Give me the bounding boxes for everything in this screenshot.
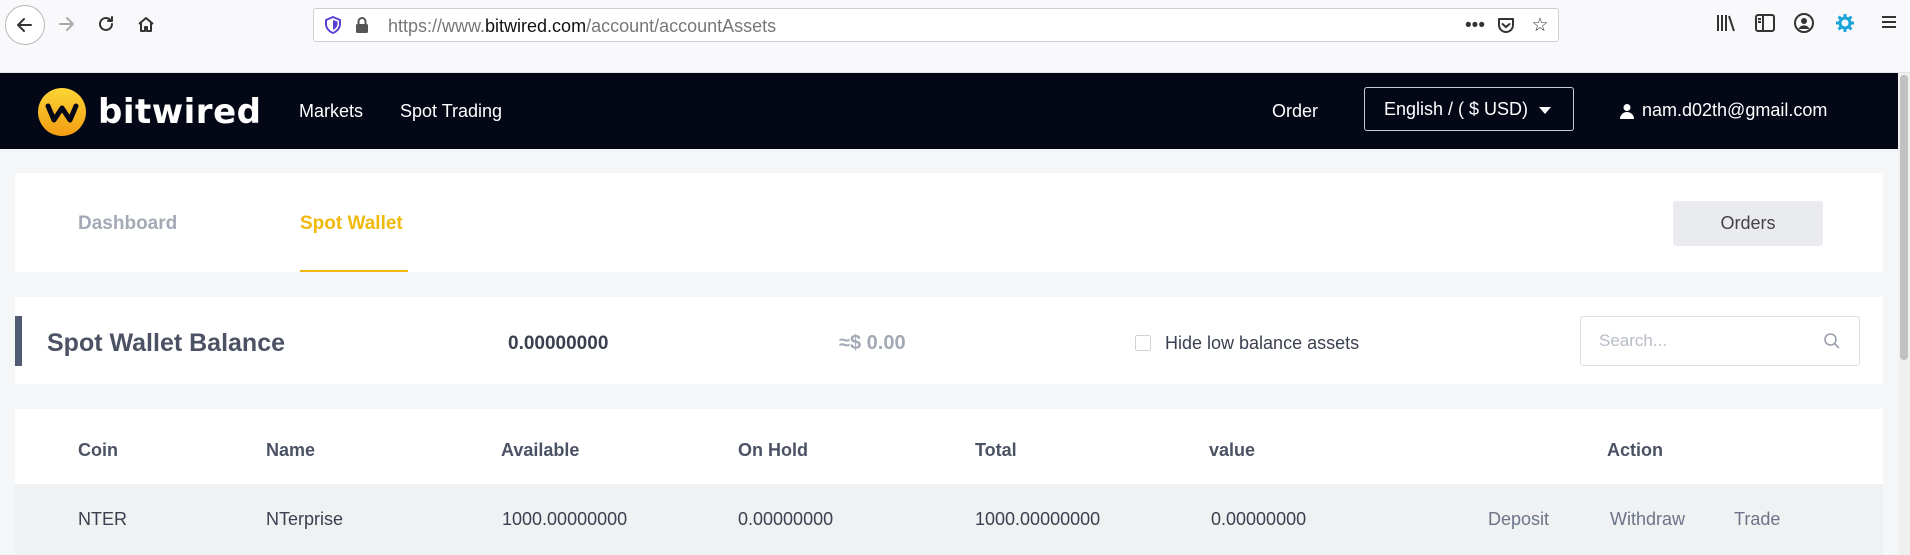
browser-toolbar: https://www.bitwired.com/account/account… bbox=[0, 0, 1910, 73]
hide-low-balance-checkbox[interactable] bbox=[1135, 335, 1151, 351]
forward-icon[interactable] bbox=[48, 6, 84, 42]
shield-icon[interactable] bbox=[324, 15, 342, 35]
user-email: nam.d02th@gmail.com bbox=[1642, 100, 1828, 120]
column-header-coin: Coin bbox=[78, 440, 118, 460]
table-row: NTER NTerprise 1000.00000000 0.00000000 … bbox=[15, 484, 1883, 555]
account-icon[interactable] bbox=[1791, 12, 1817, 38]
back-icon[interactable] bbox=[5, 5, 45, 45]
url-text[interactable]: https://www.bitwired.com/account/account… bbox=[388, 16, 776, 37]
tab-spot-wallet[interactable]: Spot Wallet bbox=[300, 213, 403, 235]
balance-amount: 0.00000000 bbox=[508, 333, 609, 354]
cell-coin: NTER bbox=[78, 509, 127, 529]
nav-order[interactable]: Order bbox=[1272, 101, 1318, 122]
site-header: bitwired Markets Spot Trading Order Engl… bbox=[0, 73, 1898, 149]
wallet-tabs-card: Dashboard Spot Wallet Orders bbox=[15, 173, 1883, 272]
extension-icon[interactable] bbox=[1832, 12, 1858, 38]
pocket-icon[interactable] bbox=[1495, 15, 1517, 37]
column-header-action: Action bbox=[1607, 440, 1663, 460]
nav-markets[interactable]: Markets bbox=[299, 101, 363, 122]
chevron-down-icon bbox=[1539, 107, 1551, 114]
page-scrollbar[interactable] bbox=[1898, 73, 1910, 555]
nav-spot-trading[interactable]: Spot Trading bbox=[400, 101, 502, 122]
active-tab-indicator bbox=[300, 270, 408, 272]
url-bar[interactable]: https://www.bitwired.com/account/account… bbox=[313, 8, 1559, 42]
menu-icon[interactable] bbox=[1876, 12, 1902, 38]
asset-search-input[interactable] bbox=[1580, 316, 1860, 366]
scrollbar-thumb[interactable] bbox=[1900, 75, 1908, 360]
more-icon[interactable]: ••• bbox=[1464, 15, 1486, 37]
language-currency-select[interactable]: English / ( $ USD) bbox=[1364, 87, 1574, 131]
deposit-link[interactable]: Deposit bbox=[1488, 509, 1549, 530]
tab-dashboard[interactable]: Dashboard bbox=[78, 213, 177, 235]
hide-low-balance-label[interactable]: Hide low balance assets bbox=[1165, 333, 1359, 354]
withdraw-link[interactable]: Withdraw bbox=[1610, 509, 1685, 530]
cell-name: NTerprise bbox=[266, 509, 344, 529]
balance-title: Spot Wallet Balance bbox=[47, 329, 286, 357]
column-header-name: Name bbox=[266, 440, 316, 460]
user-menu[interactable]: nam.d02th@gmail.com bbox=[1620, 100, 1827, 121]
spot-wallet-balance-card: Spot Wallet Balance 0.00000000 ≈$ 0.00 H… bbox=[15, 297, 1883, 384]
star-icon[interactable]: ☆ bbox=[1529, 15, 1551, 37]
search-icon[interactable] bbox=[1823, 332, 1841, 350]
column-header-available: Available bbox=[501, 440, 580, 460]
language-currency-value: English / ( $ USD) bbox=[1384, 98, 1529, 119]
column-header-on-hold: On Hold bbox=[738, 440, 808, 460]
assets-table: Coin Name Available On Hold Total value … bbox=[15, 409, 1883, 555]
cell-available: 1000.00000000 bbox=[502, 509, 628, 529]
sidebar-icon[interactable] bbox=[1752, 12, 1778, 38]
trade-link[interactable]: Trade bbox=[1734, 509, 1780, 530]
reload-icon[interactable] bbox=[88, 6, 124, 42]
cell-value: 0.00000000 bbox=[1211, 509, 1307, 529]
section-accent-bar bbox=[15, 316, 22, 366]
bitwired-logo-icon bbox=[38, 88, 86, 136]
user-icon bbox=[1620, 103, 1634, 119]
library-icon[interactable] bbox=[1713, 12, 1739, 38]
column-header-total: Total bbox=[975, 440, 1017, 460]
cell-on-hold: 0.00000000 bbox=[738, 509, 834, 529]
column-header-value: value bbox=[1209, 440, 1256, 460]
home-icon[interactable] bbox=[128, 6, 164, 42]
orders-button[interactable]: Orders bbox=[1673, 201, 1823, 246]
cell-total: 1000.00000000 bbox=[975, 509, 1101, 529]
brand-name: bitwired bbox=[98, 92, 262, 132]
lock-icon[interactable] bbox=[354, 16, 370, 34]
balance-usd-value: ≈$ 0.00 bbox=[839, 332, 906, 354]
brand-logo[interactable]: bitwired bbox=[36, 86, 261, 138]
